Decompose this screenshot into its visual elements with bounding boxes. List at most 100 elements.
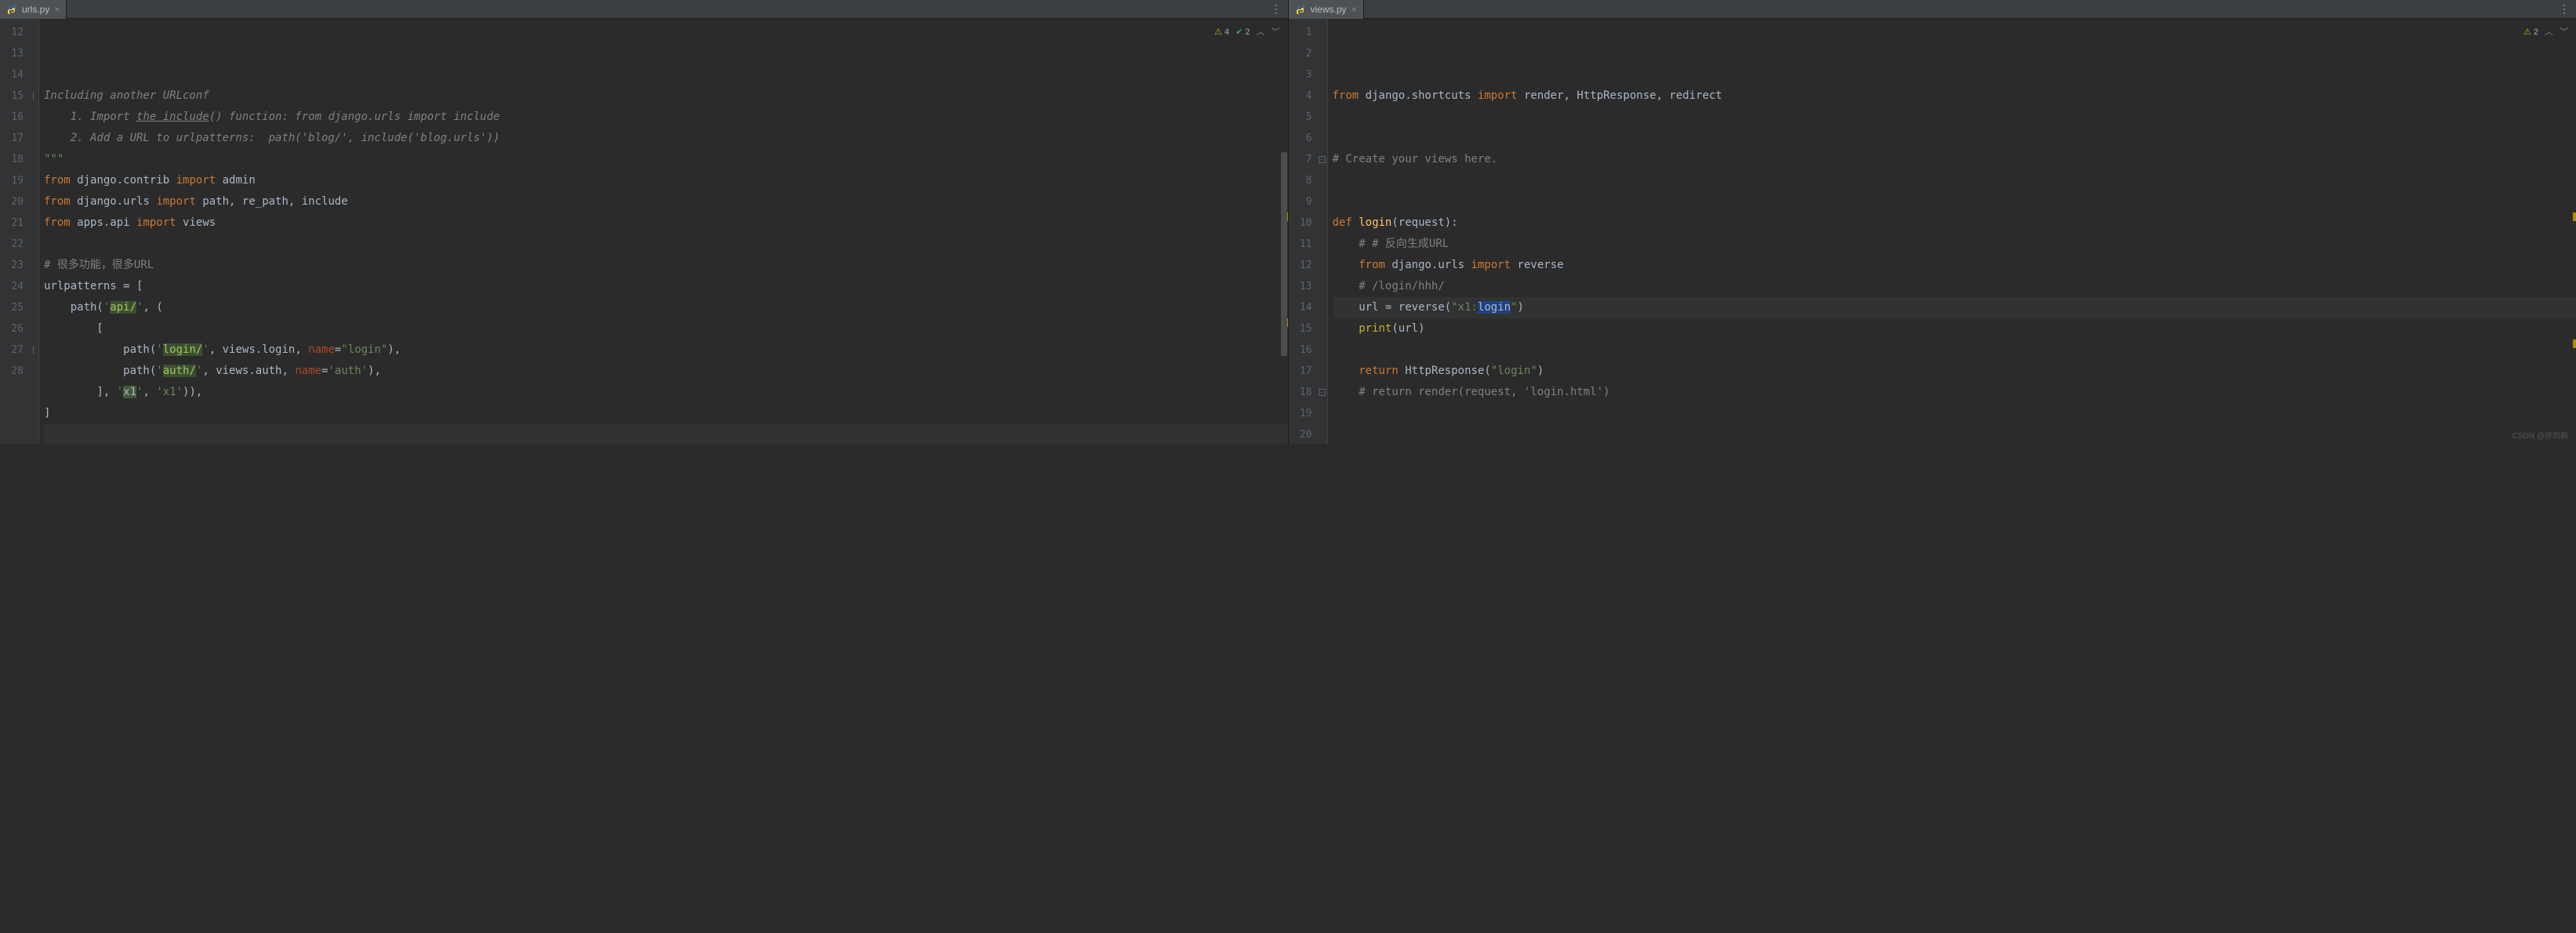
line-number: 16 (1289, 339, 1312, 361)
code-line[interactable]: # return render(request, 'login.html') (1333, 382, 2576, 403)
line-number: 17 (1289, 361, 1312, 382)
line-number: 2 (1289, 43, 1312, 64)
code-line[interactable] (1333, 191, 2576, 212)
change-marker (2573, 339, 2576, 348)
line-number: 12 (0, 22, 24, 43)
code-line[interactable]: """ (44, 149, 1288, 170)
code-line[interactable]: urlpatterns = [ (44, 276, 1288, 297)
editor-pane-right: views.py × ⋮ 123456789101112131415161718… (1288, 0, 2576, 444)
line-number: 18 (0, 149, 24, 170)
code-line[interactable]: [ (44, 318, 1288, 339)
line-number: 22 (0, 234, 24, 255)
code-line[interactable]: # Create your views here. (1333, 149, 2576, 170)
code-line[interactable]: ], 'x1', 'x1')), (44, 382, 1288, 403)
code-line[interactable]: from django.shortcuts import render, Htt… (1333, 85, 2576, 107)
line-number: 18 (1289, 382, 1312, 403)
code-line[interactable] (44, 234, 1288, 255)
code-line[interactable] (1333, 424, 2576, 444)
prev-issue-icon[interactable]: ︿ (2545, 22, 2553, 43)
warning-indicator[interactable]: ⚠ 4 (1214, 22, 1229, 43)
line-number: 4 (1289, 85, 1312, 107)
line-number: 9 (1289, 191, 1312, 212)
close-icon[interactable]: × (54, 4, 60, 15)
code-line[interactable]: print(url) (1333, 318, 2576, 339)
line-number: 14 (0, 64, 24, 85)
code-line[interactable]: def login(request): (1333, 212, 2576, 234)
next-issue-icon[interactable]: ﹀ (1272, 22, 1280, 43)
check-indicator[interactable]: ✔ 2 (1235, 22, 1250, 43)
line-number: 20 (0, 191, 24, 212)
line-number-gutter: 1213141516171819202122232425262728 (0, 19, 28, 444)
code-line[interactable]: 1. Import the include() function: from d… (44, 107, 1288, 128)
code-line[interactable]: path('login/', views.login, name="login"… (44, 339, 1288, 361)
code-line[interactable] (44, 424, 1288, 444)
fold-gutter[interactable] (28, 19, 39, 444)
code-line[interactable] (1333, 128, 2576, 149)
watermark-text: CSDN @亦向枫 (2513, 429, 2568, 441)
fold-toggle-icon[interactable]: − (1319, 156, 1326, 163)
code-line[interactable] (1333, 403, 2576, 424)
line-number: 1 (1289, 22, 1312, 43)
warning-indicator[interactable]: ⚠ 2 (2523, 22, 2538, 43)
code-line[interactable]: 2. Add a URL to urlpatterns: path('blog/… (44, 128, 1288, 149)
line-number: 3 (1289, 64, 1312, 85)
code-line[interactable]: # # 反向生成URL (1333, 234, 2576, 255)
prev-issue-icon[interactable]: ︿ (1257, 22, 1265, 43)
code-line[interactable]: ] (44, 403, 1288, 424)
line-number: 21 (0, 212, 24, 234)
tab-bar-right: views.py × ⋮ (1289, 0, 2576, 19)
code-editor-right[interactable]: 1234567891011121314151617181920 −− ⚠ 2 ︿… (1289, 19, 2576, 444)
close-icon[interactable]: × (1351, 4, 1357, 15)
vertical-scrollbar[interactable] (1280, 19, 1288, 444)
scrollbar-thumb[interactable] (1281, 152, 1287, 356)
code-line[interactable]: Including another URLconf (44, 85, 1288, 107)
code-line[interactable] (1333, 107, 2576, 128)
fold-gutter[interactable]: −− (1317, 19, 1328, 444)
code-line[interactable]: path('api/', ( (44, 297, 1288, 318)
code-line[interactable]: from django.urls import path, re_path, i… (44, 191, 1288, 212)
line-number: 16 (0, 107, 24, 128)
line-number: 14 (1289, 297, 1312, 318)
tab-filename: views.py (1311, 4, 1347, 15)
line-number: 17 (0, 128, 24, 149)
line-number: 10 (1289, 212, 1312, 234)
line-number: 7 (1289, 149, 1312, 170)
line-number: 19 (1289, 403, 1312, 424)
code-area[interactable]: ⚠ 4 ✔ 2 ︿ ﹀ Including another URLconf 1.… (39, 19, 1288, 444)
code-editor-left[interactable]: 1213141516171819202122232425262728 ⚠ 4 ✔… (0, 19, 1288, 444)
code-line[interactable] (1333, 170, 2576, 191)
line-number: 24 (0, 276, 24, 297)
code-area[interactable]: ⚠ 2 ︿ ﹀ from django.shortcuts import ren… (1328, 19, 2576, 444)
code-line[interactable]: # /login/hhh/ (1333, 276, 2576, 297)
code-line[interactable]: url = reverse("x1:login") (1333, 297, 2576, 318)
code-line[interactable] (1333, 339, 2576, 361)
code-line[interactable]: from apps.api import views (44, 212, 1288, 234)
python-file-icon (6, 4, 17, 15)
tab-menu-icon[interactable]: ⋮ (2552, 3, 2576, 16)
tab-urls-py[interactable]: urls.py × (0, 0, 67, 19)
tab-bar-left: urls.py × ⋮ (0, 0, 1288, 19)
fold-toggle-icon[interactable]: − (1319, 389, 1326, 396)
next-issue-icon[interactable]: ﹀ (2560, 22, 2568, 43)
code-line[interactable]: path('auth/', views.auth, name='auth'), (44, 361, 1288, 382)
line-number: 20 (1289, 424, 1312, 444)
line-number: 27 (0, 339, 24, 361)
tab-menu-icon[interactable]: ⋮ (1264, 3, 1288, 16)
line-number: 25 (0, 297, 24, 318)
code-line[interactable]: from django.contrib import admin (44, 170, 1288, 191)
line-number: 15 (0, 85, 24, 107)
inspection-indicators[interactable]: ⚠ 4 ✔ 2 ︿ ﹀ (1213, 22, 1281, 43)
inspection-indicators[interactable]: ⚠ 2 ︿ ﹀ (2522, 22, 2570, 43)
code-line[interactable]: from django.urls import reverse (1333, 255, 2576, 276)
editor-pane-left: urls.py × ⋮ 1213141516171819202122232425… (0, 0, 1288, 444)
line-number: 12 (1289, 255, 1312, 276)
line-number: 8 (1289, 170, 1312, 191)
line-number: 6 (1289, 128, 1312, 149)
code-line[interactable]: # 很多功能，很多URL (44, 255, 1288, 276)
code-line[interactable]: return HttpResponse("login") (1333, 361, 2576, 382)
line-number: 13 (1289, 276, 1312, 297)
tab-views-py[interactable]: views.py × (1289, 0, 1364, 19)
change-marker (2573, 212, 2576, 221)
line-number: 11 (1289, 234, 1312, 255)
line-number-gutter: 1234567891011121314151617181920 (1289, 19, 1317, 444)
